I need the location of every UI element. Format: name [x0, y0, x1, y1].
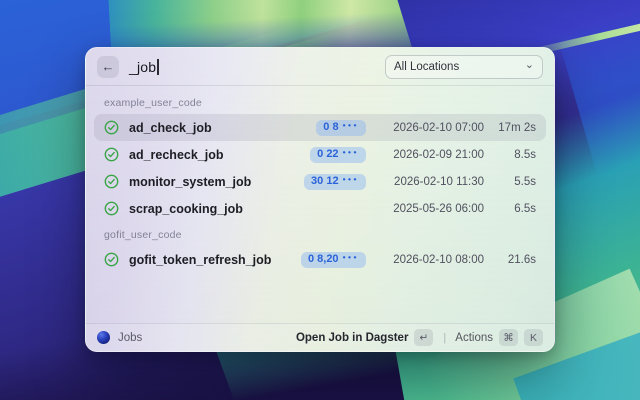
- run-duration: 17m 2s: [490, 122, 536, 134]
- run-status-dots: •••: [343, 175, 359, 184]
- check-circle-icon: [104, 252, 119, 267]
- actions-menu-button[interactable]: Actions: [455, 332, 493, 344]
- job-name: ad_check_job: [129, 121, 212, 135]
- text-caret: [157, 59, 159, 75]
- check-circle-icon: [104, 147, 119, 162]
- cmd-key-badge: ⌘: [499, 329, 518, 346]
- desktop: ← _job All Locations ⌄ example_user_code…: [0, 0, 640, 400]
- launcher-window: ← _job All Locations ⌄ example_user_code…: [85, 47, 555, 352]
- section-label: gofit_user_code: [94, 222, 546, 246]
- run-status-dots: •••: [343, 148, 359, 157]
- check-circle-icon: [104, 201, 119, 216]
- back-button[interactable]: ←: [97, 56, 119, 78]
- run-duration: 5.5s: [490, 176, 536, 188]
- run-status-badge: 0 8,20 •••: [301, 252, 366, 268]
- results-list: example_user_code ad_check_job 0 8 ••• 2…: [86, 86, 554, 323]
- back-arrow-icon: ←: [102, 60, 115, 73]
- run-status-badge: 0 8 •••: [316, 120, 366, 136]
- dagster-logo-icon: [97, 331, 110, 344]
- run-counts: 0 8: [323, 122, 338, 133]
- last-run-timestamp: 2026-02-09 21:00: [376, 149, 484, 161]
- footer-bar: Jobs Open Job in Dagster ↵ | Actions ⌘ K: [86, 323, 554, 351]
- run-status-dots: •••: [343, 253, 359, 262]
- footer-source: Jobs: [97, 331, 142, 344]
- results-section: example_user_code ad_check_job 0 8 ••• 2…: [94, 90, 546, 222]
- last-run-timestamp: 2025-05-26 06:00: [376, 203, 484, 215]
- footer-actions: Open Job in Dagster ↵ | Actions ⌘ K: [296, 329, 543, 346]
- job-name: monitor_system_job: [129, 175, 251, 189]
- job-name: scrap_cooking_job: [129, 202, 243, 216]
- run-counts: 0 8,20: [308, 254, 339, 265]
- job-row[interactable]: scrap_cooking_job 2025-05-26 06:00 6.5s: [94, 195, 546, 222]
- run-counts: 30 12: [311, 176, 339, 187]
- footer-divider: |: [443, 332, 446, 344]
- job-name: gofit_token_refresh_job: [129, 253, 271, 267]
- k-key-badge: K: [524, 329, 543, 346]
- run-duration: 8.5s: [490, 149, 536, 161]
- last-run-timestamp: 2026-02-10 07:00: [376, 122, 484, 134]
- run-duration: 21.6s: [490, 254, 536, 266]
- open-job-action[interactable]: Open Job in Dagster: [296, 332, 408, 344]
- job-row[interactable]: ad_recheck_job 0 22 ••• 2026-02-09 21:00…: [94, 141, 546, 168]
- enter-key-badge: ↵: [414, 329, 433, 346]
- locations-dropdown-value: All Locations: [394, 61, 459, 73]
- section-label: example_user_code: [94, 90, 546, 114]
- check-circle-icon: [104, 120, 119, 135]
- job-name: ad_recheck_job: [129, 148, 224, 162]
- check-circle-icon: [104, 174, 119, 189]
- run-counts: 0 22: [317, 149, 338, 160]
- last-run-timestamp: 2026-02-10 11:30: [376, 176, 484, 188]
- job-row[interactable]: ad_check_job 0 8 ••• 2026-02-10 07:00 17…: [94, 114, 546, 141]
- job-row[interactable]: gofit_token_refresh_job 0 8,20 ••• 2026-…: [94, 246, 546, 273]
- job-row[interactable]: monitor_system_job 30 12 ••• 2026-02-10 …: [94, 168, 546, 195]
- search-input[interactable]: _job: [129, 59, 385, 75]
- results-section: gofit_user_code gofit_token_refresh_job …: [94, 222, 546, 273]
- run-status-badge: 30 12 •••: [304, 174, 366, 190]
- last-run-timestamp: 2026-02-10 08:00: [376, 254, 484, 266]
- search-bar: ← _job All Locations ⌄: [86, 48, 554, 86]
- run-duration: 6.5s: [490, 203, 536, 215]
- run-status-dots: •••: [343, 121, 359, 130]
- search-query-text: _job: [129, 59, 156, 75]
- run-status-badge: 0 22 •••: [310, 147, 366, 163]
- source-label: Jobs: [118, 332, 142, 344]
- locations-dropdown[interactable]: All Locations ⌄: [385, 55, 543, 79]
